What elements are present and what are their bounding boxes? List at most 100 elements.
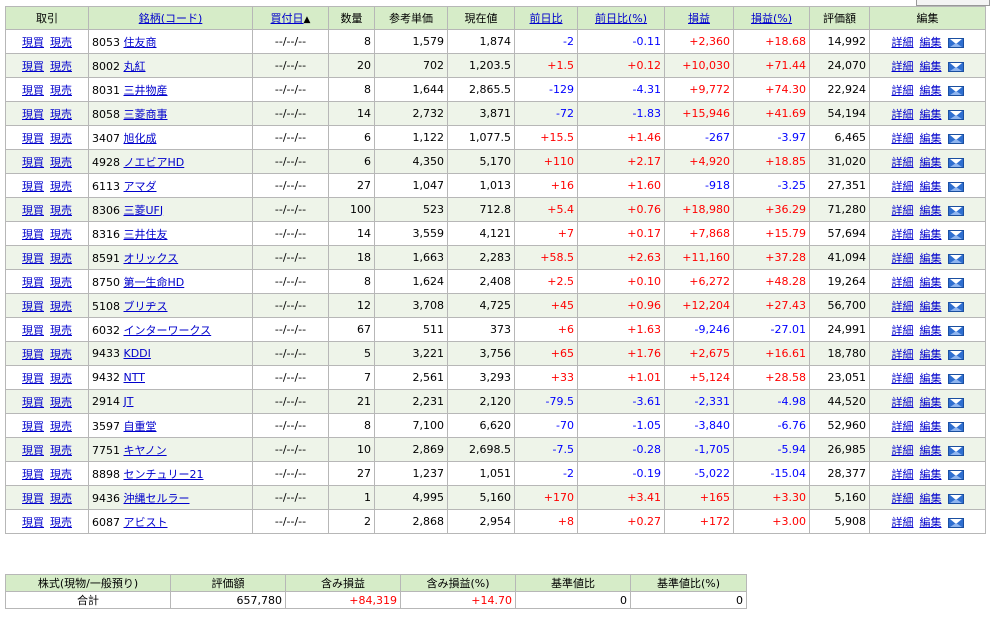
buy-link[interactable]: 現買 xyxy=(22,300,44,313)
detail-link[interactable]: 詳細 xyxy=(892,36,914,49)
stock-name-link[interactable]: ブリヂス xyxy=(124,300,168,313)
buy-link[interactable]: 現買 xyxy=(22,276,44,289)
mail-icon[interactable] xyxy=(947,397,964,408)
edit-link[interactable]: 編集 xyxy=(920,324,942,337)
header-buy-date[interactable]: 買付日▲ xyxy=(252,6,329,30)
detail-link[interactable]: 詳細 xyxy=(892,108,914,121)
detail-link[interactable]: 詳細 xyxy=(892,324,914,337)
detail-link[interactable]: 詳細 xyxy=(892,204,914,217)
mail-icon[interactable] xyxy=(947,157,964,168)
edit-link[interactable]: 編集 xyxy=(920,492,942,505)
buy-link[interactable]: 現買 xyxy=(22,372,44,385)
detail-link[interactable]: 詳細 xyxy=(892,228,914,241)
sell-link[interactable]: 現売 xyxy=(50,156,72,169)
buy-link[interactable]: 現買 xyxy=(22,132,44,145)
sell-link[interactable]: 現売 xyxy=(50,132,72,145)
buy-link[interactable]: 現買 xyxy=(22,516,44,529)
edit-link[interactable]: 編集 xyxy=(920,108,942,121)
mail-icon[interactable] xyxy=(947,517,964,528)
edit-link[interactable]: 編集 xyxy=(920,516,942,529)
edit-link[interactable]: 編集 xyxy=(920,444,942,457)
header-pl-pct[interactable]: 損益(%) xyxy=(733,6,810,30)
mail-icon[interactable] xyxy=(947,325,964,336)
header-prev-diff-pct[interactable]: 前日比(%) xyxy=(577,6,665,30)
sell-link[interactable]: 現売 xyxy=(50,516,72,529)
sell-link[interactable]: 現売 xyxy=(50,204,72,217)
sell-link[interactable]: 現売 xyxy=(50,372,72,385)
edit-link[interactable]: 編集 xyxy=(920,420,942,433)
mail-icon[interactable] xyxy=(947,37,964,48)
stock-name-link[interactable]: JT xyxy=(124,395,134,408)
header-stock[interactable]: 銘柄(コード) xyxy=(88,6,253,30)
detail-link[interactable]: 詳細 xyxy=(892,180,914,193)
mail-icon[interactable] xyxy=(947,469,964,480)
mail-icon[interactable] xyxy=(947,277,964,288)
edit-link[interactable]: 編集 xyxy=(920,372,942,385)
sell-link[interactable]: 現売 xyxy=(50,468,72,481)
edit-link[interactable]: 編集 xyxy=(920,228,942,241)
detail-link[interactable]: 詳細 xyxy=(892,420,914,433)
stock-name-link[interactable]: アビスト xyxy=(124,516,168,529)
stock-name-link[interactable]: ノエビアHD xyxy=(124,156,185,169)
sell-link[interactable]: 現売 xyxy=(50,228,72,241)
sell-link[interactable]: 現売 xyxy=(50,60,72,73)
stock-name-link[interactable]: インターワークス xyxy=(124,324,212,337)
stock-name-link[interactable]: センチュリー21 xyxy=(124,468,204,481)
buy-link[interactable]: 現買 xyxy=(22,204,44,217)
mail-icon[interactable] xyxy=(947,109,964,120)
sell-link[interactable]: 現売 xyxy=(50,84,72,97)
stock-name-link[interactable]: アマダ xyxy=(124,180,157,193)
buy-link[interactable]: 現買 xyxy=(22,84,44,97)
buy-link[interactable]: 現買 xyxy=(22,324,44,337)
detail-link[interactable]: 詳細 xyxy=(892,372,914,385)
buy-link[interactable]: 現買 xyxy=(22,108,44,121)
mail-icon[interactable] xyxy=(947,61,964,72)
sell-link[interactable]: 現売 xyxy=(50,420,72,433)
stock-name-link[interactable]: 三井物産 xyxy=(124,84,168,97)
mail-icon[interactable] xyxy=(947,445,964,456)
mail-icon[interactable] xyxy=(947,133,964,144)
sell-link[interactable]: 現売 xyxy=(50,396,72,409)
sell-link[interactable]: 現売 xyxy=(50,180,72,193)
mail-icon[interactable] xyxy=(947,301,964,312)
buy-link[interactable]: 現買 xyxy=(22,492,44,505)
buy-link[interactable]: 現買 xyxy=(22,180,44,193)
edit-link[interactable]: 編集 xyxy=(920,180,942,193)
sell-link[interactable]: 現売 xyxy=(50,444,72,457)
stock-name-link[interactable]: 三井住友 xyxy=(124,228,168,241)
mail-icon[interactable] xyxy=(947,493,964,504)
edit-link[interactable]: 編集 xyxy=(920,348,942,361)
edit-link[interactable]: 編集 xyxy=(920,276,942,289)
sort-pl-pct-link[interactable]: 損益(%) xyxy=(751,12,792,25)
sort-prev-diff-pct-link[interactable]: 前日比(%) xyxy=(595,12,647,25)
buy-link[interactable]: 現買 xyxy=(22,420,44,433)
detail-link[interactable]: 詳細 xyxy=(892,444,914,457)
detail-link[interactable]: 詳細 xyxy=(892,468,914,481)
mail-icon[interactable] xyxy=(947,85,964,96)
mail-icon[interactable] xyxy=(947,181,964,192)
mail-icon[interactable] xyxy=(947,421,964,432)
stock-name-link[interactable]: 旭化成 xyxy=(124,132,157,145)
stock-name-link[interactable]: オリックス xyxy=(124,252,179,265)
edit-link[interactable]: 編集 xyxy=(920,36,942,49)
header-pl[interactable]: 損益 xyxy=(664,6,734,30)
sell-link[interactable]: 現売 xyxy=(50,324,72,337)
stock-name-link[interactable]: 三菱UFJ xyxy=(124,204,164,217)
detail-link[interactable]: 詳細 xyxy=(892,492,914,505)
buy-link[interactable]: 現買 xyxy=(22,228,44,241)
edit-link[interactable]: 編集 xyxy=(920,300,942,313)
edit-link[interactable]: 編集 xyxy=(920,468,942,481)
sell-link[interactable]: 現売 xyxy=(50,276,72,289)
header-prev-diff[interactable]: 前日比 xyxy=(514,6,578,30)
buy-link[interactable]: 現買 xyxy=(22,60,44,73)
edit-link[interactable]: 編集 xyxy=(920,132,942,145)
sell-link[interactable]: 現売 xyxy=(50,252,72,265)
stock-name-link[interactable]: 住友商 xyxy=(124,36,157,49)
mail-icon[interactable] xyxy=(947,349,964,360)
sort-buy-date-link[interactable]: 買付日 xyxy=(271,12,304,25)
mail-icon[interactable] xyxy=(947,205,964,216)
detail-link[interactable]: 詳細 xyxy=(892,396,914,409)
detail-link[interactable]: 詳細 xyxy=(892,252,914,265)
detail-link[interactable]: 詳細 xyxy=(892,132,914,145)
stock-name-link[interactable]: キヤノン xyxy=(124,444,167,457)
